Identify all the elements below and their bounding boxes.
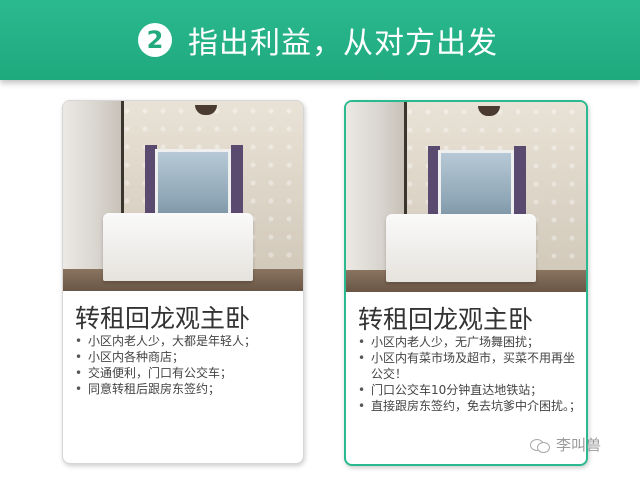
list-item: 交通便利，门口有公交车； xyxy=(75,365,301,381)
benefit-list: 小区内老人少，无广场舞困扰； 小区内有菜市场及超市，买菜不用再坐公交！ 门口公交… xyxy=(358,334,584,414)
list-item: 小区内各种商店； xyxy=(75,349,301,365)
list-item: 小区内老人少，无广场舞困扰； xyxy=(358,334,584,350)
bedroom-photo xyxy=(346,102,586,292)
watermark: 李叫兽 xyxy=(530,434,601,455)
list-item: 同意转租后跟房东签约； xyxy=(75,381,301,397)
header-content: 2 指出利益，从对方出发 xyxy=(138,18,498,62)
page-title: 指出利益，从对方出发 xyxy=(188,26,498,61)
list-item: 小区内老人少，大都是年轻人； xyxy=(75,333,301,349)
wechat-icon xyxy=(530,437,550,453)
benefit-list: 小区内老人少，大都是年轻人； 小区内各种商店； 交通便利，门口有公交车； 同意转… xyxy=(75,333,301,397)
listing-card-improved: 转租回龙观主卧 小区内老人少，无广场舞困扰； 小区内有菜市场及超市，买菜不用再坐… xyxy=(344,100,588,466)
card-title: 转租回龙观主卧 xyxy=(358,305,534,334)
card-title: 转租回龙观主卧 xyxy=(75,304,251,333)
list-item: 门口公交车10分钟直达地铁站； xyxy=(358,382,584,398)
listing-card-original: 转租回龙观主卧 小区内老人少，大都是年轻人； 小区内各种商店； 交通便利，门口有… xyxy=(62,100,304,464)
list-item: 直接跟房东签约，免去坑爹中介困扰。； xyxy=(358,398,584,414)
watermark-text: 李叫兽 xyxy=(556,436,602,454)
header-banner: 2 指出利益，从对方出发 xyxy=(0,0,640,80)
step-number-badge: 2 xyxy=(138,23,172,57)
bedroom-photo xyxy=(63,101,303,291)
list-item: 小区内有菜市场及超市，买菜不用再坐公交！ xyxy=(358,350,584,382)
